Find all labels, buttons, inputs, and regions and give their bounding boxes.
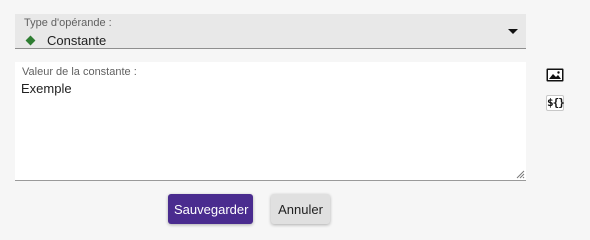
- resize-handle-icon[interactable]: [516, 170, 525, 179]
- operand-type-select[interactable]: Type d'opérande : Constante: [15, 14, 526, 49]
- operand-type-value-wrap: Constante: [25, 33, 107, 48]
- save-button[interactable]: Sauvegarder: [168, 194, 253, 224]
- constant-value-field[interactable]: Valeur de la constante : Exemple: [15, 62, 526, 181]
- green-diamond-icon: [25, 35, 36, 46]
- variable-icon[interactable]: ${}: [546, 95, 565, 111]
- dropdown-arrow-icon[interactable]: [508, 29, 518, 34]
- cancel-button[interactable]: Annuler: [271, 194, 330, 224]
- image-icon[interactable]: [546, 68, 564, 82]
- operand-type-value: Constante: [47, 33, 107, 48]
- constant-value-label: Valeur de la constante :: [22, 66, 137, 78]
- constant-value-text[interactable]: Exemple: [21, 81, 72, 96]
- operand-type-label: Type d'opérande :: [24, 17, 112, 29]
